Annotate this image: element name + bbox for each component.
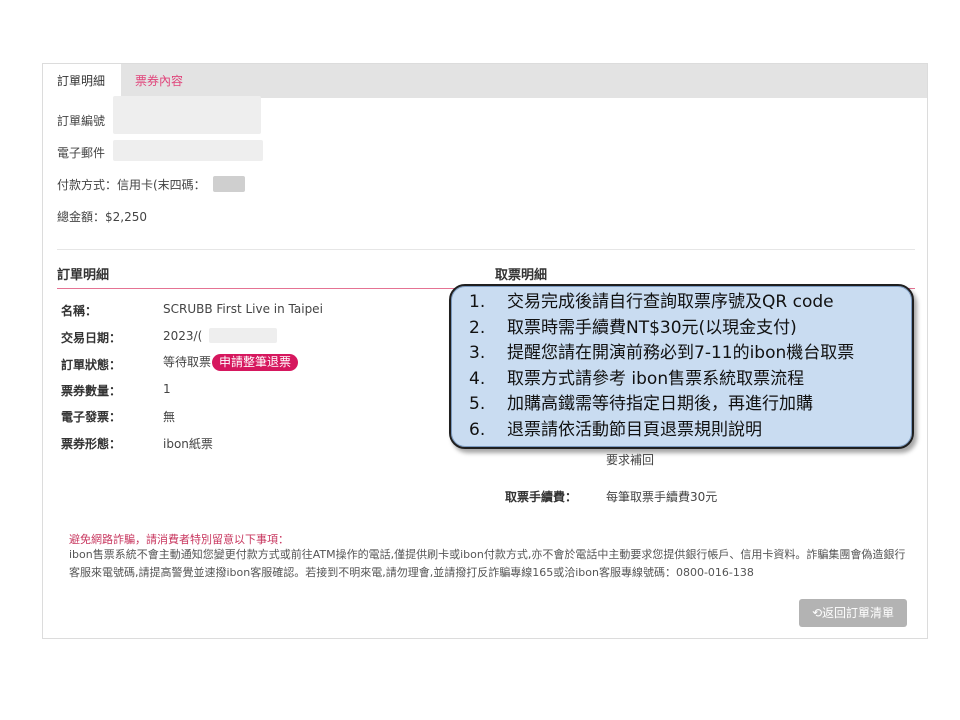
transaction-date-label: 交易日期： [61, 331, 122, 345]
refund-request-button[interactable]: 申請整筆退票 [212, 354, 299, 371]
ticket-type: ibon紙票 [163, 437, 213, 451]
list-item: 2. 取票時需手續費NT$30元(以現金支付) [469, 317, 797, 338]
tab-ticket-content[interactable]: 票券內容 [121, 64, 197, 98]
pickup-notes-callout: 1. 交易完成後請自行查詢取票序號及QR code 2. 取票時需手續費NT$30元… [449, 284, 914, 449]
fraud-warning-title: 避免網路詐騙，請消費者特別留意以下事項： [69, 533, 289, 546]
order-detail-title: 訂單明細 [57, 268, 110, 283]
tab-bar: 訂單明細 票券內容 [43, 64, 927, 98]
redacted-order-number [113, 96, 261, 134]
list-item: 6. 退票請依活動節目頁退票規則說明 [469, 419, 762, 440]
list-item: 3. 提醒您請在開演前務必到7-11的ibon機台取票 [469, 343, 855, 364]
ticket-quantity-label: 票券數量： [61, 384, 122, 398]
divider [57, 249, 915, 250]
redacted-email [113, 140, 263, 161]
pickup-notes-list: 1. 交易完成後請自行查詢取票序號及QR code 2. 取票時需手續費NT$30元… [469, 290, 854, 444]
tab-order-detail[interactable]: 訂單明細 [43, 64, 121, 98]
back-button-label: 返回訂單清單 [822, 606, 895, 620]
ticket-type-label: 票券形態： [61, 437, 122, 451]
back-to-order-list-button[interactable]: ⟲返回訂單清單 [799, 599, 907, 627]
list-item: 4. 取票方式請參考 ibon售票系統取票流程 [469, 368, 805, 389]
transaction-date: 2023/( [163, 329, 203, 343]
order-status-label: 訂單狀態： [61, 358, 122, 372]
name-label: 名稱： [61, 304, 98, 318]
redacted-date [209, 328, 277, 343]
pickup-fee: 每筆取票手續費30元 [606, 490, 718, 504]
fraud-warning-text: ibon售票系統不會主動通知您變更付款方式或前往ATM操作的電話,僅提供刷卡或i… [69, 548, 906, 579]
list-item: 5. 加購高鐵需等待指定日期後，再進行加購 [469, 394, 813, 415]
order-number-label: 訂單編號 [57, 114, 106, 128]
list-item: 1. 交易完成後請自行查詢取票序號及QR code [469, 292, 834, 312]
e-invoice: 無 [163, 410, 176, 424]
pickup-partial-text: 要求補回 [606, 453, 655, 467]
pickup-fee-label: 取票手續費： [505, 490, 578, 504]
event-name: SCRUBB First Live in Taipei [163, 302, 323, 316]
redacted-card-digits [213, 176, 245, 192]
email-label: 電子郵件 [57, 146, 106, 160]
e-invoice-label: 電子發票： [61, 410, 122, 424]
order-status-text: 等待取票 [163, 355, 212, 369]
ticket-quantity: 1 [163, 382, 171, 396]
total-amount: 總金額：$2,250 [57, 210, 147, 224]
payment-method: 付款方式：信用卡(末四碼： [57, 178, 206, 192]
order-status: 等待取票 申請整筆退票 [163, 353, 299, 371]
undo-icon: ⟲ [811, 606, 823, 620]
pickup-detail-title: 取票明細 [495, 268, 548, 283]
